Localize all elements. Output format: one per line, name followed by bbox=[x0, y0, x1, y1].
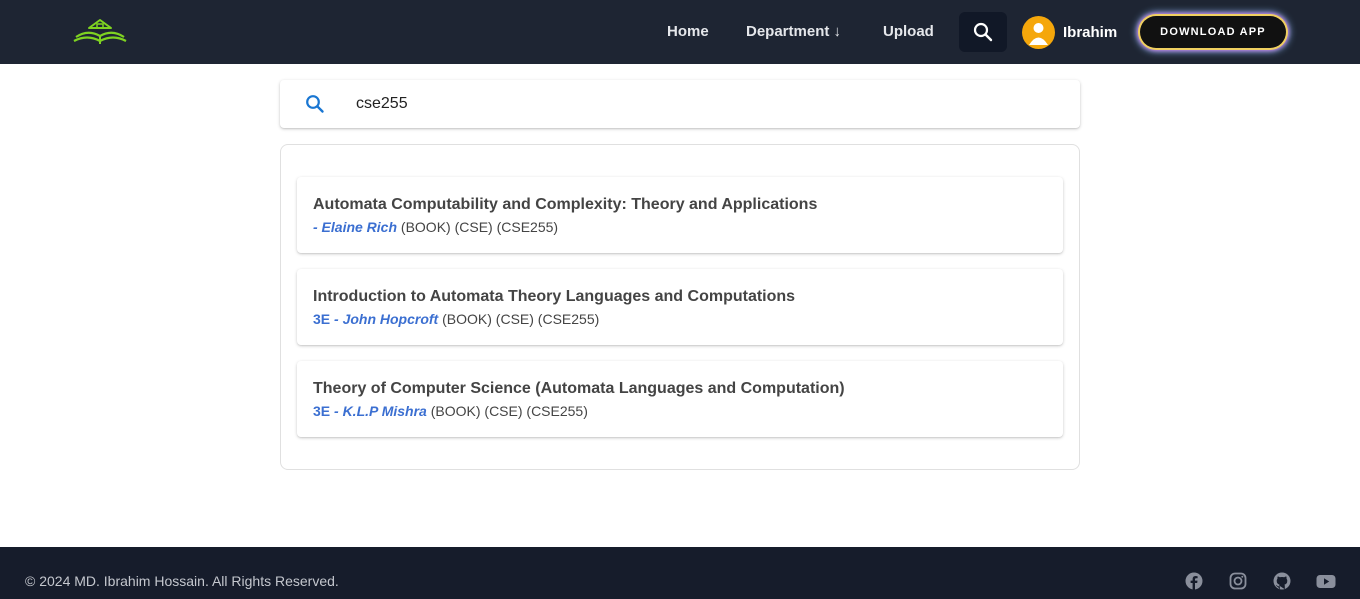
result-title: Theory of Computer Science (Automata Lan… bbox=[313, 380, 845, 397]
result-title: Automata Computability and Complexity: T… bbox=[313, 196, 818, 213]
search-results-panel: Automata Computability and Complexity: T… bbox=[280, 144, 1080, 470]
search-icon bbox=[306, 95, 324, 113]
result-meta: (BOOK) (CSE) (CSE255) bbox=[438, 311, 600, 327]
result-title: Introduction to Automata Theory Language… bbox=[313, 288, 796, 305]
github-icon[interactable] bbox=[1273, 572, 1291, 590]
result-card[interactable]: Introduction to Automata Theory Language… bbox=[297, 269, 1063, 345]
nav-department-dropdown[interactable]: Department ↓ bbox=[746, 0, 841, 64]
logo-book-house-icon[interactable] bbox=[72, 17, 128, 47]
search-icon bbox=[973, 22, 993, 42]
result-card[interactable]: Theory of Computer Science (Automata Lan… bbox=[297, 361, 1063, 437]
user-menu[interactable]: Ibrahim bbox=[1022, 15, 1118, 49]
user-avatar-icon bbox=[1029, 22, 1048, 45]
avatar bbox=[1022, 15, 1055, 49]
result-author: - Elaine Rich bbox=[313, 219, 398, 235]
search-input[interactable] bbox=[356, 80, 1056, 128]
result-subtitle: 3E - John Hopcroft (BOOK) (CSE) (CSE255) bbox=[313, 311, 599, 327]
footer: © 2024 MD. Ibrahim Hossain. All Rights R… bbox=[0, 547, 1360, 599]
navbar: Home Department ↓ Upload Ibrahim DOWNLOA… bbox=[0, 0, 1360, 64]
result-meta: (BOOK) (CSE) (CSE255) bbox=[426, 403, 588, 419]
result-meta: (BOOK) (CSE) (CSE255) bbox=[397, 219, 559, 235]
facebook-icon[interactable] bbox=[1185, 572, 1203, 590]
result-card[interactable]: Automata Computability and Complexity: T… bbox=[297, 177, 1063, 253]
nav-upload-link[interactable]: Upload bbox=[883, 0, 934, 64]
download-app-button[interactable]: DOWNLOAD APP bbox=[1140, 16, 1286, 48]
nav-search-button[interactable] bbox=[959, 12, 1007, 52]
result-subtitle: 3E - K.L.P Mishra (BOOK) (CSE) (CSE255) bbox=[313, 403, 588, 419]
search-bar bbox=[280, 80, 1080, 128]
result-author: - K.L.P Mishra bbox=[334, 403, 427, 419]
result-author: - John Hopcroft bbox=[334, 311, 439, 327]
youtube-icon[interactable] bbox=[1316, 572, 1336, 590]
nav-home-link[interactable]: Home bbox=[667, 0, 709, 64]
copyright-text: © 2024 MD. Ibrahim Hossain. All Rights R… bbox=[25, 573, 339, 589]
instagram-icon[interactable] bbox=[1229, 572, 1247, 590]
user-name: Ibrahim bbox=[1063, 23, 1118, 41]
result-edition: 3E bbox=[313, 311, 335, 327]
result-edition: 3E bbox=[313, 403, 335, 419]
result-subtitle: - Elaine Rich (BOOK) (CSE) (CSE255) bbox=[313, 219, 558, 235]
